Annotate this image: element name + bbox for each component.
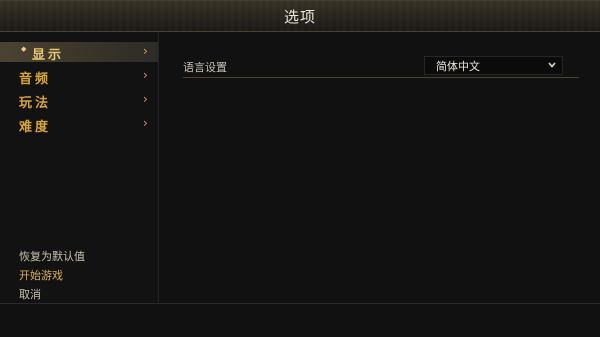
language-select[interactable]: 简体中文 xyxy=(424,56,563,75)
sidebar-item-difficulty[interactable]: 难度 › xyxy=(0,114,158,135)
chevron-right-icon: › xyxy=(143,68,148,82)
sidebar-item-display[interactable]: ◆ 显示 › xyxy=(0,42,158,63)
sidebar-item-label: 显示 xyxy=(32,48,65,63)
page-title: 选项 xyxy=(283,8,316,26)
language-setting-label: 语言设置 xyxy=(183,61,227,74)
sidebar-item-gameplay[interactable]: 玩法 › xyxy=(0,90,158,111)
chevron-right-icon: › xyxy=(143,92,148,106)
sidebar-item-label: 音频 xyxy=(19,72,52,87)
sidebar-item-label: 难度 xyxy=(19,120,52,135)
start-game-button[interactable]: 开始游戏 xyxy=(19,267,63,283)
chevron-right-icon: › xyxy=(143,116,148,130)
footer-divider xyxy=(0,303,600,304)
reset-defaults-button[interactable]: 恢复为默认值 xyxy=(19,248,85,264)
diamond-bullet-icon: ◆ xyxy=(21,45,27,53)
language-setting-row: 语言设置 简体中文 xyxy=(183,55,579,78)
options-sidebar: ◆ 显示 › 音频 › 玩法 › 难度 › 恢复为默认值 开始游戏 取消 xyxy=(0,32,159,303)
sidebar-item-audio[interactable]: 音频 › xyxy=(0,66,158,87)
sidebar-item-label: 玩法 xyxy=(19,96,52,111)
cancel-button[interactable]: 取消 xyxy=(19,286,41,302)
chevron-right-icon: › xyxy=(143,44,148,58)
chevron-down-icon xyxy=(548,62,556,68)
title-bar: 选项 xyxy=(0,0,600,32)
language-select-value: 简体中文 xyxy=(436,60,480,73)
